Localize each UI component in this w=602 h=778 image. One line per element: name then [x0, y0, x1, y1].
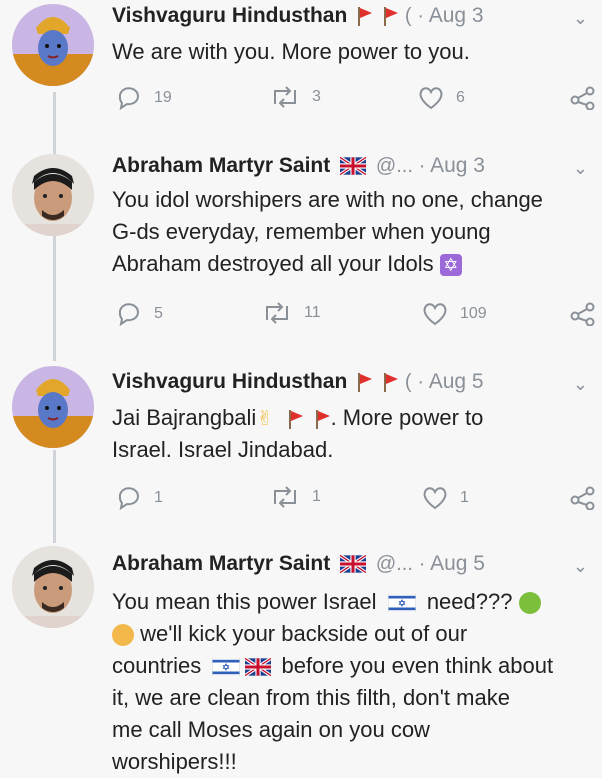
- star-of-david-icon: ✡: [439, 254, 462, 277]
- tweet-date[interactable]: Aug 5: [429, 370, 484, 393]
- tweet-text: Jai Bajrangbali✌ . More power to Israel.…: [112, 405, 484, 462]
- folded-hands-icon: ✌: [256, 408, 274, 431]
- like-icon: [423, 303, 447, 326]
- uk-flag-icon: [340, 157, 367, 176]
- flag-icon: [358, 373, 373, 393]
- author-handle: @...: [375, 553, 413, 575]
- tweet-header: Vishvaguru Hindusthan ( · Aug 3: [112, 4, 484, 28]
- share-button[interactable]: [570, 86, 596, 110]
- uk-flag-icon: [245, 658, 272, 677]
- retweet-count: 3: [312, 88, 321, 105]
- flag-icon: [358, 7, 373, 27]
- share-button[interactable]: [570, 302, 596, 326]
- tweet[interactable]: Abraham Martyr Saint @... · Aug 5 ⌄ You …: [0, 540, 602, 774]
- like-button[interactable]: 6: [418, 86, 465, 110]
- author-handle: (: [404, 371, 412, 393]
- tweet-date[interactable]: Aug 5: [430, 552, 485, 575]
- like-button[interactable]: 1: [422, 486, 469, 510]
- tweet-actions: 1 1 1: [112, 486, 595, 512]
- like-count: 1: [460, 489, 469, 506]
- reply-count: 5: [154, 305, 163, 322]
- reply-button[interactable]: 19: [116, 86, 172, 110]
- like-button[interactable]: 109: [422, 302, 487, 326]
- chevron-down-icon[interactable]: ⌄: [573, 556, 588, 577]
- avatar[interactable]: [12, 546, 94, 628]
- author-name[interactable]: Vishvaguru Hindusthan: [112, 4, 347, 27]
- retweet-count: 11: [304, 304, 321, 321]
- avatar[interactable]: [12, 154, 94, 236]
- reply-count: 1: [154, 489, 163, 506]
- tweet-actions: 5 11 109: [112, 302, 595, 328]
- like-icon: [423, 487, 447, 510]
- retweet-icon: [266, 302, 288, 324]
- retweet-count: 1: [312, 488, 321, 505]
- flag-icon: [384, 373, 398, 393]
- flag-icon: [315, 410, 330, 430]
- avatar[interactable]: [12, 4, 94, 86]
- author-name[interactable]: Vishvaguru Hindusthan: [112, 370, 347, 393]
- tweet-header: Vishvaguru Hindusthan ( · Aug 5: [112, 370, 484, 394]
- chevron-down-icon[interactable]: ⌄: [573, 8, 588, 29]
- reply-count: 19: [154, 89, 172, 106]
- like-count: 109: [460, 305, 487, 322]
- tweet-header: Abraham Martyr Saint @... · Aug 3: [112, 154, 485, 178]
- chevron-down-icon[interactable]: ⌄: [573, 158, 588, 179]
- share-button[interactable]: [570, 486, 596, 510]
- author-name[interactable]: Abraham Martyr Saint: [112, 154, 330, 177]
- tweet[interactable]: Vishvaguru Hindusthan ( · Aug 5 ⌄ Jai Ba…: [0, 360, 602, 540]
- retweet-button[interactable]: 11: [262, 302, 321, 324]
- like-count: 6: [456, 89, 465, 106]
- avatar[interactable]: [12, 366, 94, 448]
- separator: ·: [417, 5, 425, 27]
- reply-icon: [118, 303, 139, 326]
- separator: ·: [418, 155, 426, 177]
- flag-icon: [289, 410, 304, 430]
- tweet-text: We are with you. More power to you.: [112, 39, 470, 64]
- flag-icon: [384, 7, 398, 27]
- israel-flag-icon: [212, 658, 241, 677]
- tweet-actions: 19 3 6: [112, 86, 595, 112]
- tweet-date[interactable]: Aug 3: [429, 4, 484, 27]
- retweet-button[interactable]: 3: [270, 86, 321, 108]
- tweet-date[interactable]: Aug 3: [430, 154, 485, 177]
- share-icon: [570, 302, 595, 326]
- tweet[interactable]: Vishvaguru Hindusthan ( · Aug 3 ⌄ We are…: [0, 0, 602, 150]
- uk-flag-icon: [340, 555, 367, 574]
- israel-flag-icon: [387, 594, 416, 613]
- separator: ·: [418, 553, 426, 575]
- tweet-text: You idol worshipers are with no one, cha…: [112, 187, 543, 277]
- tweet-text: You mean this power Israel need??? we'll…: [112, 589, 554, 774]
- author-name[interactable]: Abraham Martyr Saint: [112, 552, 330, 575]
- author-handle: (: [404, 5, 412, 27]
- retweet-icon: [274, 486, 296, 508]
- retweet-icon: [274, 86, 296, 108]
- reply-icon: [118, 87, 139, 110]
- nauseated-face-icon: [518, 592, 541, 615]
- chevron-down-icon[interactable]: ⌄: [573, 374, 588, 395]
- reply-button[interactable]: 1: [116, 486, 163, 510]
- vomiting-face-icon: [112, 624, 134, 647]
- share-icon: [570, 86, 595, 110]
- reply-button[interactable]: 5: [116, 302, 163, 326]
- author-handle: @...: [375, 155, 413, 177]
- tweet-header: Abraham Martyr Saint @... · Aug 5: [112, 552, 485, 576]
- share-icon: [570, 486, 595, 510]
- separator: ·: [417, 371, 425, 393]
- reply-icon: [118, 487, 139, 510]
- tweet[interactable]: Abraham Martyr Saint @... · Aug 3 ⌄ You …: [0, 148, 602, 358]
- retweet-button[interactable]: 1: [270, 486, 321, 508]
- like-icon: [419, 87, 443, 110]
